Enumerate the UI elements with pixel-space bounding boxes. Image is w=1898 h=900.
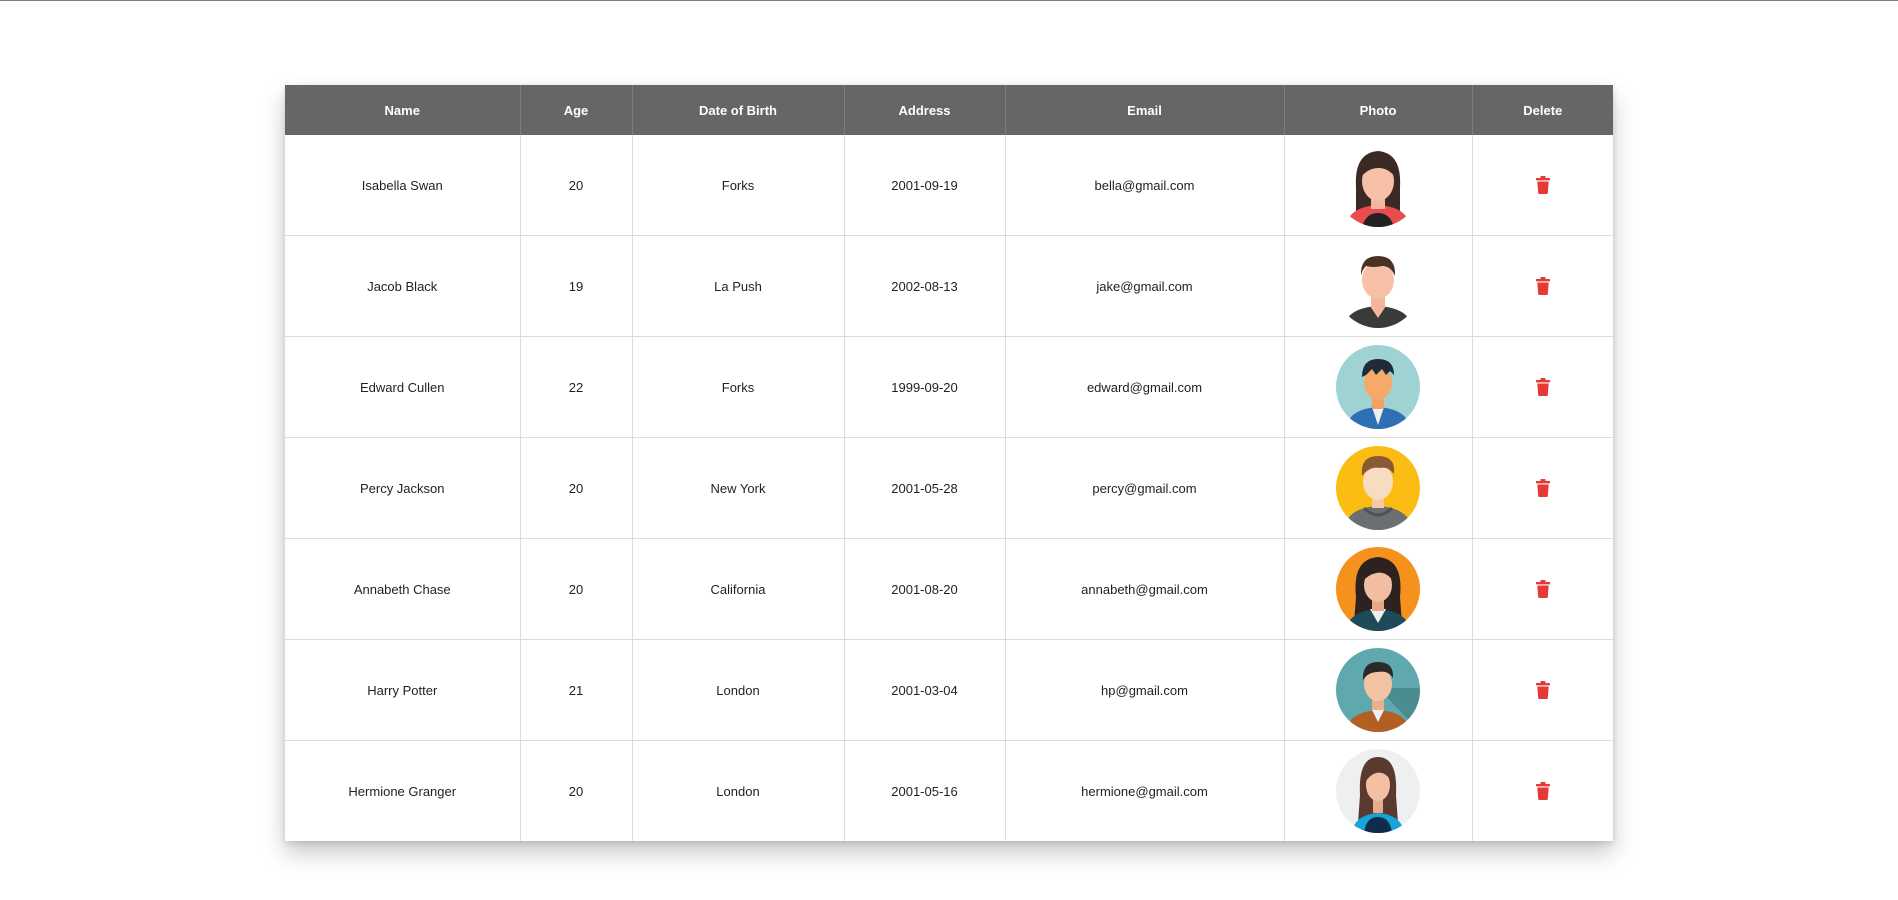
trash-icon[interactable] — [1535, 176, 1550, 194]
cell-date-of-birth: Forks — [632, 135, 845, 236]
table-row: Jacob Black 19 La Push 2002-08-13 jake@g… — [285, 235, 1613, 337]
header-email: Email — [1005, 85, 1285, 135]
trash-icon[interactable] — [1535, 580, 1550, 598]
cell-age: 20 — [520, 437, 633, 539]
cell-photo — [1284, 538, 1473, 640]
table-row: Hermione Granger 20 London 2001-05-16 he… — [285, 740, 1613, 841]
cell-age: 21 — [520, 639, 633, 741]
trash-icon[interactable] — [1535, 782, 1550, 800]
cell-address: 1999-09-20 — [844, 336, 1006, 438]
users-table: Name Age Date of Birth Address Email Pho… — [285, 85, 1613, 841]
cell-photo — [1284, 639, 1473, 741]
cell-email: edward@gmail.com — [1005, 336, 1285, 438]
header-date-of-birth: Date of Birth — [632, 85, 845, 135]
table-row: Edward Cullen 22 Forks 1999-09-20 edward… — [285, 336, 1613, 438]
trash-icon[interactable] — [1535, 479, 1550, 497]
cell-email: jake@gmail.com — [1005, 235, 1285, 337]
cell-date-of-birth: La Push — [632, 235, 845, 337]
cell-photo — [1284, 235, 1473, 337]
table-row: Annabeth Chase 20 California 2001-08-20 … — [285, 538, 1613, 640]
cell-name: Edward Cullen — [285, 336, 521, 438]
cell-address: 2001-05-16 — [844, 740, 1006, 841]
cell-address: 2002-08-13 — [844, 235, 1006, 337]
cell-name: Percy Jackson — [285, 437, 521, 539]
cell-address: 2001-05-28 — [844, 437, 1006, 539]
cell-date-of-birth: Forks — [632, 336, 845, 438]
cell-name: Annabeth Chase — [285, 538, 521, 640]
cell-delete — [1472, 538, 1613, 640]
avatar — [1336, 547, 1420, 631]
header-address: Address — [844, 85, 1006, 135]
cell-date-of-birth: London — [632, 639, 845, 741]
avatar — [1336, 244, 1420, 328]
header-delete: Delete — [1472, 85, 1613, 135]
avatar — [1336, 749, 1420, 833]
avatar — [1336, 345, 1420, 429]
avatar — [1336, 143, 1420, 227]
header-age: Age — [520, 85, 633, 135]
cell-name: Jacob Black — [285, 235, 521, 337]
table-header-row: Name Age Date of Birth Address Email Pho… — [285, 85, 1613, 135]
trash-icon[interactable] — [1535, 378, 1550, 396]
cell-photo — [1284, 336, 1473, 438]
cell-email: annabeth@gmail.com — [1005, 538, 1285, 640]
cell-address: 2001-08-20 — [844, 538, 1006, 640]
cell-address: 2001-09-19 — [844, 135, 1006, 236]
avatar — [1336, 446, 1420, 530]
cell-email: hermione@gmail.com — [1005, 740, 1285, 841]
top-divider — [0, 0, 1898, 1]
cell-delete — [1472, 135, 1613, 236]
cell-name: Harry Potter — [285, 639, 521, 741]
cell-delete — [1472, 639, 1613, 741]
table-row: Harry Potter 21 London 2001-03-04 hp@gma… — [285, 639, 1613, 741]
table-row: Percy Jackson 20 New York 2001-05-28 per… — [285, 437, 1613, 539]
cell-name: Hermione Granger — [285, 740, 521, 841]
table-row: Isabella Swan 20 Forks 2001-09-19 bella@… — [285, 135, 1613, 236]
cell-email: hp@gmail.com — [1005, 639, 1285, 741]
header-name: Name — [285, 85, 521, 135]
trash-icon[interactable] — [1535, 681, 1550, 699]
cell-delete — [1472, 235, 1613, 337]
avatar — [1336, 648, 1420, 732]
cell-email: percy@gmail.com — [1005, 437, 1285, 539]
cell-photo — [1284, 135, 1473, 236]
users-table-container: Name Age Date of Birth Address Email Pho… — [285, 85, 1613, 841]
cell-date-of-birth: California — [632, 538, 845, 640]
cell-age: 19 — [520, 235, 633, 337]
header-photo: Photo — [1284, 85, 1473, 135]
cell-age: 20 — [520, 538, 633, 640]
cell-date-of-birth: New York — [632, 437, 845, 539]
cell-delete — [1472, 437, 1613, 539]
cell-email: bella@gmail.com — [1005, 135, 1285, 236]
cell-age: 20 — [520, 740, 633, 841]
cell-delete — [1472, 740, 1613, 841]
cell-address: 2001-03-04 — [844, 639, 1006, 741]
cell-date-of-birth: London — [632, 740, 845, 841]
cell-name: Isabella Swan — [285, 135, 521, 236]
cell-age: 22 — [520, 336, 633, 438]
cell-delete — [1472, 336, 1613, 438]
trash-icon[interactable] — [1535, 277, 1550, 295]
cell-photo — [1284, 740, 1473, 841]
cell-photo — [1284, 437, 1473, 539]
cell-age: 20 — [520, 135, 633, 236]
